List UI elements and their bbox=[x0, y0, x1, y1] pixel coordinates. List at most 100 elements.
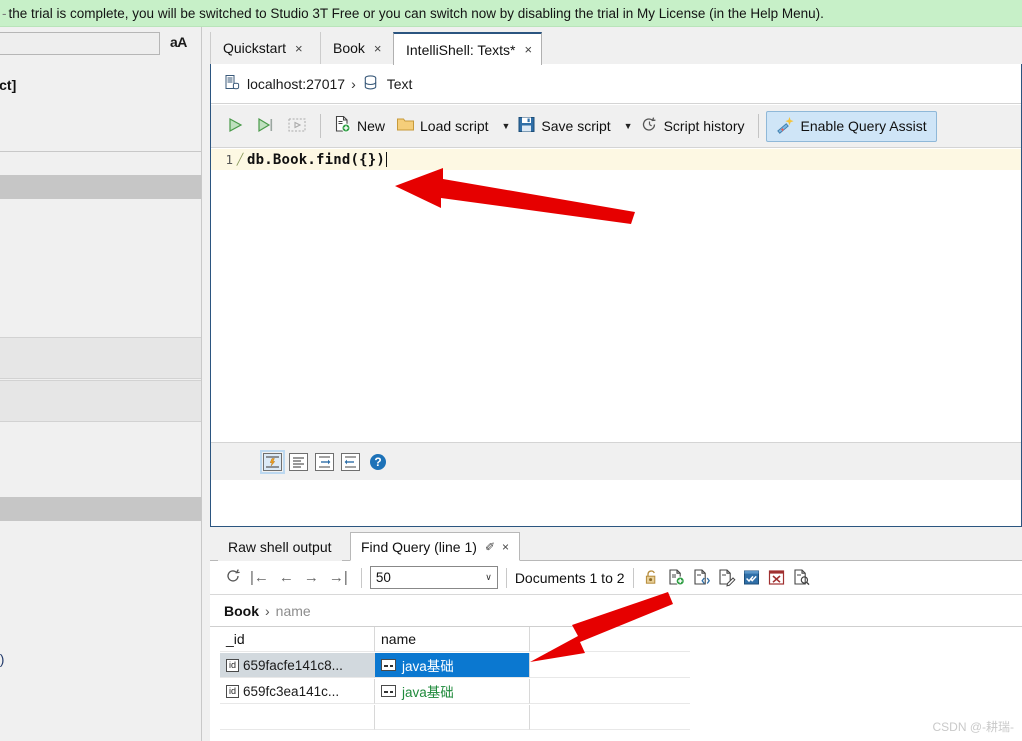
text-caret bbox=[386, 152, 388, 167]
save-script-caret-icon[interactable]: ▼ bbox=[624, 121, 633, 131]
result-tab-find-query[interactable]: Find Query (line 1) ✐ × bbox=[350, 532, 521, 561]
tab-quickstart-close-icon[interactable]: × bbox=[295, 41, 303, 56]
indent-left-icon[interactable] bbox=[341, 452, 360, 471]
play-to-cursor-icon bbox=[256, 115, 276, 138]
left-tree-row-2[interactable] bbox=[0, 380, 201, 422]
left-panel: trl+F) aA irect] 0) bbox=[0, 27, 202, 741]
left-bottom-text: 0) bbox=[0, 651, 5, 667]
table-row[interactable]: java基础 bbox=[375, 653, 530, 678]
tab-book-close-icon[interactable]: × bbox=[374, 41, 382, 56]
result-toolbar-separator-1 bbox=[360, 567, 362, 588]
cell-id-value: 659facfe141c8... bbox=[243, 657, 343, 673]
new-script-button[interactable]: New bbox=[328, 110, 390, 142]
result-toolbar-separator-2 bbox=[505, 567, 507, 588]
result-tab-raw-label: Raw shell output bbox=[228, 538, 332, 555]
run-to-cursor-button[interactable] bbox=[251, 110, 281, 142]
cancel-icon[interactable] bbox=[767, 568, 786, 587]
align-text-icon[interactable] bbox=[289, 452, 308, 471]
enable-query-assist-button[interactable]: Enable Query Assist bbox=[765, 110, 937, 142]
table-row[interactable]: id 659facfe141c8... bbox=[220, 653, 375, 678]
trial-banner-text: the trial is complete, you will be switc… bbox=[8, 5, 824, 21]
confirm-icon[interactable] bbox=[742, 568, 761, 587]
add-document-json-icon[interactable] bbox=[692, 568, 711, 587]
editor-footer-toolbar: ? bbox=[211, 442, 1021, 480]
result-breadcrumb-field[interactable]: name bbox=[276, 603, 311, 619]
table-header-name[interactable]: name bbox=[375, 627, 530, 652]
match-case-toggle[interactable]: aA bbox=[170, 34, 187, 50]
add-document-icon[interactable] bbox=[667, 568, 686, 587]
cell-name-value: java基础 bbox=[402, 685, 454, 700]
toolbar-separator-1 bbox=[320, 114, 321, 138]
table-row-empty[interactable] bbox=[375, 705, 530, 730]
refresh-icon[interactable] bbox=[224, 567, 242, 588]
table-row[interactable]: java基础 bbox=[375, 679, 530, 704]
enable-query-assist-label: Enable Query Assist bbox=[800, 118, 927, 134]
run-selection-button bbox=[282, 110, 312, 142]
nav-first-button[interactable]: |← bbox=[250, 569, 269, 586]
tab-book[interactable]: Book × bbox=[320, 32, 391, 64]
format-script-icon[interactable] bbox=[260, 449, 285, 474]
script-history-button[interactable]: Script history bbox=[635, 110, 750, 142]
tab-intellishell[interactable]: IntelliShell: Texts* × bbox=[393, 32, 543, 65]
lock-icon[interactable] bbox=[642, 568, 661, 587]
nav-prev-button[interactable]: ← bbox=[279, 569, 294, 586]
indent-right-icon[interactable] bbox=[315, 452, 334, 471]
documents-count-label: Documents 1 to 2 bbox=[514, 569, 625, 586]
left-direct-label: irect] bbox=[0, 77, 17, 93]
result-toolbar: |← ← → →| 50 ∨ Documents 1 to 2 bbox=[210, 561, 1022, 595]
result-tab-strip: Raw shell output Find Query (line 1) ✐ × bbox=[210, 530, 1022, 561]
tab-intellishell-close-icon[interactable]: × bbox=[524, 42, 532, 57]
table-row[interactable]: id 659fc3ea141c... bbox=[220, 679, 375, 704]
run-button[interactable] bbox=[220, 110, 250, 142]
help-icon[interactable]: ? bbox=[370, 453, 386, 470]
nav-next-button[interactable]: → bbox=[304, 569, 319, 586]
result-tab-find-label: Find Query (line 1) bbox=[361, 538, 477, 555]
editor-toolbar: New Load script ▼ Save script ▼ Script h… bbox=[211, 105, 1021, 148]
trial-banner: - the trial is complete, you will be swi… bbox=[0, 0, 1022, 27]
result-panel: Raw shell output Find Query (line 1) ✐ ×… bbox=[210, 530, 1022, 741]
nav-last-button[interactable]: →| bbox=[329, 569, 348, 586]
tab-quickstart-label: Quickstart bbox=[223, 40, 287, 56]
toolbar-separator-2 bbox=[757, 114, 759, 138]
folder-icon bbox=[396, 115, 415, 137]
objectid-icon: id bbox=[226, 658, 240, 672]
play-icon bbox=[225, 115, 245, 138]
table-header-id[interactable]: _id bbox=[220, 627, 375, 652]
string-icon bbox=[381, 685, 396, 697]
result-tab-raw-shell-output[interactable]: Raw shell output bbox=[218, 532, 342, 561]
page-size-value: 50 bbox=[375, 570, 391, 585]
magic-wand-icon bbox=[776, 115, 795, 137]
pin-icon[interactable]: ✐ bbox=[485, 540, 495, 554]
left-tree-band-1[interactable] bbox=[0, 175, 201, 199]
new-script-label: New bbox=[357, 118, 386, 134]
table-row-empty bbox=[530, 705, 690, 730]
fold-mark-icon[interactable]: ╱ bbox=[233, 153, 247, 166]
inspect-document-icon[interactable] bbox=[792, 568, 811, 587]
table-row-blank bbox=[530, 653, 690, 678]
database-icon bbox=[362, 74, 379, 94]
code-editor[interactable]: 1 ╱ db.Book.find({}) bbox=[211, 149, 1021, 441]
result-breadcrumb-collection[interactable]: Book bbox=[224, 603, 259, 619]
string-icon bbox=[381, 659, 396, 671]
load-script-caret-icon[interactable]: ▼ bbox=[502, 121, 511, 131]
table-row-empty[interactable] bbox=[220, 705, 375, 730]
save-script-button[interactable]: Save script bbox=[512, 110, 615, 142]
left-tree-row-1[interactable] bbox=[0, 337, 201, 379]
tab-intellishell-label: IntelliShell: Texts* bbox=[406, 41, 516, 58]
tab-quickstart[interactable]: Quickstart × bbox=[210, 32, 312, 64]
edit-document-icon[interactable] bbox=[717, 568, 736, 587]
result-toolbar-separator-3 bbox=[632, 567, 634, 588]
table-row-blank bbox=[530, 679, 690, 704]
page-size-select[interactable]: 50 ∨ bbox=[369, 566, 498, 589]
watermark: CSDN @-耕瑞- bbox=[932, 720, 1014, 734]
left-tree-band-2[interactable] bbox=[0, 497, 201, 521]
load-script-button[interactable]: Load script bbox=[391, 110, 493, 142]
history-clock-icon bbox=[640, 115, 659, 137]
objectid-icon: id bbox=[226, 684, 240, 698]
tab-book-label: Book bbox=[333, 40, 365, 56]
result-breadcrumb-separator: › bbox=[265, 602, 270, 619]
code-text: db.Book.find({}) bbox=[247, 151, 386, 168]
result-tab-close-icon[interactable]: × bbox=[502, 540, 509, 554]
code-line-1[interactable]: 1 ╱ db.Book.find({}) bbox=[211, 149, 1021, 170]
search-input[interactable]: trl+F) bbox=[0, 32, 160, 55]
